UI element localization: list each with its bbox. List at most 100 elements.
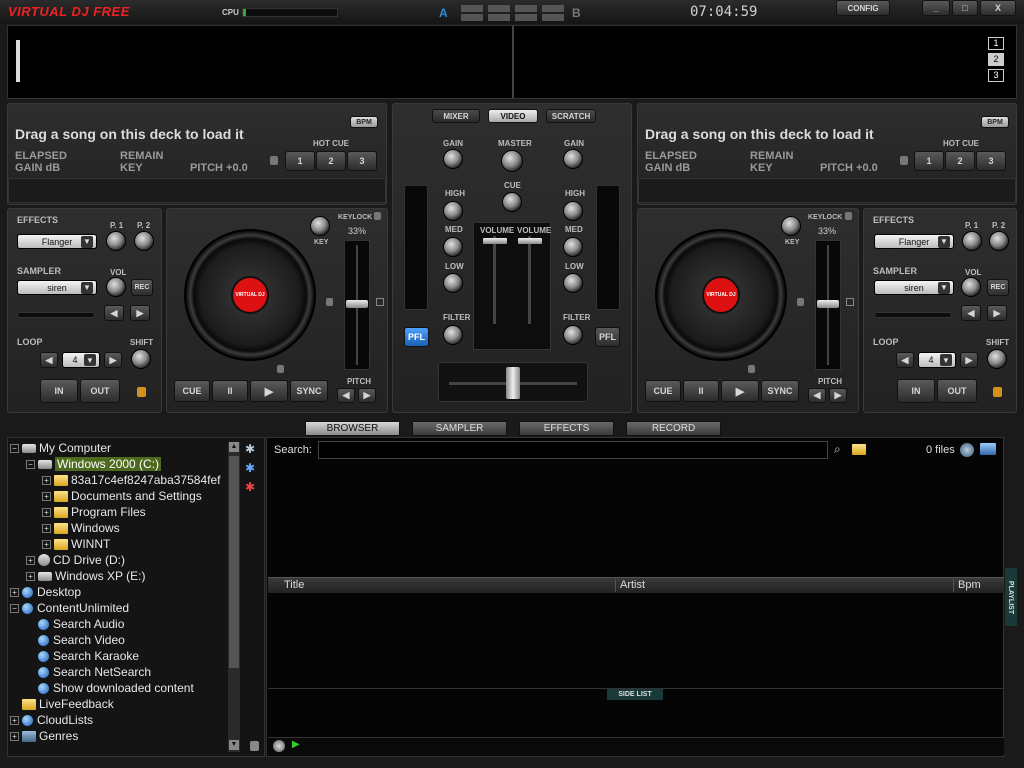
left-med-knob[interactable] [443, 237, 463, 257]
scroll-thumb[interactable] [229, 456, 239, 668]
right-pitch-lock-icon[interactable] [797, 298, 804, 306]
tree-item-my-computer[interactable]: − My Computer [10, 440, 111, 456]
tree-item-desktop[interactable]: + Desktop [10, 584, 81, 600]
side-list-toggle[interactable]: SIDE LIST [607, 689, 663, 700]
right-sync-button[interactable]: SYNC [761, 380, 799, 402]
right-filter-knob[interactable] [563, 325, 583, 345]
left-pause-button[interactable]: II [212, 380, 248, 402]
left-pitch-up-button[interactable]: ▶ [358, 388, 376, 403]
left-effect-select[interactable]: Flanger ▼ [17, 234, 97, 249]
right-pfl-button[interactable]: PFL [595, 327, 620, 347]
column-artist[interactable]: Artist [620, 579, 954, 592]
left-bpm-button[interactable]: BPM [350, 116, 378, 128]
side-view-icon[interactable] [980, 443, 996, 455]
zoom-3-button[interactable]: 3 [988, 69, 1004, 82]
tree-item-cloudlists[interactable]: + CloudLists [10, 712, 93, 728]
right-med-knob[interactable] [563, 237, 583, 257]
left-pitch-down-button[interactable]: ◀ [337, 388, 355, 403]
right-sampler-vol-knob[interactable] [961, 277, 981, 297]
view-options-icon[interactable] [960, 443, 974, 457]
search-input[interactable] [318, 441, 828, 459]
column-title[interactable]: Title [284, 579, 616, 592]
tree-item-windows[interactable]: + Windows [42, 520, 120, 536]
left-sampler-vol-knob[interactable] [106, 277, 126, 297]
right-loop-select[interactable]: 4 ▼ [918, 352, 956, 368]
tree-item-documents[interactable]: + Documents and Settings [42, 488, 202, 504]
left-pitch-lock-icon[interactable] [326, 298, 333, 306]
tree-item-program-files[interactable]: + Program Files [42, 504, 146, 520]
tree-item-search-audio[interactable]: Search Audio [38, 616, 124, 632]
right-loop-double-button[interactable]: ▶ [960, 352, 978, 368]
tree-item-search-video[interactable]: Search Video [38, 632, 125, 648]
tree-item-genres[interactable]: + Genres [10, 728, 78, 744]
right-loop-in-button[interactable]: IN [897, 379, 935, 403]
left-play-button[interactable]: ▶ [250, 380, 288, 402]
left-lock-icon[interactable] [270, 156, 278, 165]
right-pitch-slider[interactable] [815, 240, 841, 370]
right-pitch-reset-icon[interactable] [846, 298, 854, 306]
right-play-button[interactable]: ▶ [721, 380, 759, 402]
deck-layout-selector[interactable] [461, 5, 569, 21]
left-loop-out-button[interactable]: OUT [80, 379, 120, 403]
left-pitch-slider[interactable] [344, 240, 370, 370]
left-low-knob[interactable] [443, 273, 463, 293]
right-gain-knob[interactable] [563, 149, 583, 169]
tree-item-search-karaoke[interactable]: Search Karaoke [38, 648, 139, 664]
left-key-knob[interactable] [310, 216, 330, 236]
cue-mix-knob[interactable] [502, 192, 522, 212]
remove-folder-icon[interactable]: ✱ [245, 480, 261, 494]
search-options-icon[interactable]: ⌕ [834, 442, 848, 456]
left-high-knob[interactable] [443, 201, 463, 221]
effects-tab[interactable]: EFFECTS [519, 421, 614, 436]
left-loop-in-button[interactable]: IN [40, 379, 78, 403]
left-volume-fader[interactable] [482, 236, 508, 324]
right-rec-button[interactable]: REC [987, 279, 1009, 296]
right-p1-knob[interactable] [962, 231, 982, 251]
right-pitch-up-button[interactable]: ▶ [829, 388, 847, 403]
refresh-icon[interactable] [273, 740, 285, 752]
zoom-2-button[interactable]: 2 [988, 53, 1004, 66]
left-sampler-select[interactable]: siren ▼ [17, 280, 97, 295]
left-hot-cue-3[interactable]: 3 [347, 151, 377, 171]
record-tab[interactable]: RECORD [626, 421, 721, 436]
right-sampler-next-button[interactable]: ▶ [987, 305, 1007, 321]
tree-item-windows-2000[interactable]: − Windows 2000 (C:) [26, 456, 162, 472]
tree-item-livefeedback[interactable]: LiveFeedback [22, 696, 114, 712]
left-loop-lock-icon[interactable] [137, 387, 146, 397]
video-tab[interactable]: VIDEO [488, 109, 538, 123]
right-effect-select[interactable]: Flanger ▼ [874, 234, 954, 249]
tree-lock-icon[interactable] [250, 741, 259, 751]
right-cue-button[interactable]: CUE [645, 380, 681, 402]
right-platter-lock-icon[interactable] [748, 365, 755, 373]
tree-scrollbar[interactable]: ▲ ▼ [228, 442, 240, 752]
left-deck-overview[interactable] [8, 178, 386, 203]
tree-item-contentunlimited[interactable]: − ContentUnlimited [10, 600, 129, 616]
scratch-tab[interactable]: SCRATCH [546, 109, 596, 123]
left-rec-button[interactable]: REC [131, 279, 153, 296]
right-low-knob[interactable] [563, 273, 583, 293]
maximize-button[interactable]: □ [952, 0, 978, 16]
right-key-knob[interactable] [781, 216, 801, 236]
tree-item-cd-drive[interactable]: + CD Drive (D:) [26, 552, 125, 568]
left-loop-half-button[interactable]: ◀ [40, 352, 58, 368]
right-pause-button[interactable]: II [683, 380, 719, 402]
tree-item-search-netsearch[interactable]: Search NetSearch [38, 664, 151, 680]
right-high-knob[interactable] [563, 201, 583, 221]
right-sampler-prev-button[interactable]: ◀ [961, 305, 981, 321]
left-pitch-reset-icon[interactable] [376, 298, 384, 306]
right-sampler-select[interactable]: siren ▼ [874, 280, 954, 295]
right-loop-out-button[interactable]: OUT [937, 379, 977, 403]
column-bpm[interactable]: Bpm [958, 579, 1002, 592]
config-button[interactable]: CONFIG [836, 0, 890, 16]
right-p2-knob[interactable] [989, 231, 1009, 251]
minimize-button[interactable]: _ [922, 0, 950, 16]
playlist-toggle[interactable]: PLAYLIST [1005, 568, 1017, 626]
left-loop-double-button[interactable]: ▶ [104, 352, 122, 368]
mixer-tab[interactable]: MIXER [432, 109, 480, 123]
left-hot-cue-2[interactable]: 2 [316, 151, 346, 171]
right-loop-half-button[interactable]: ◀ [896, 352, 914, 368]
browser-tab[interactable]: BROWSER [305, 421, 400, 436]
left-gain-knob[interactable] [443, 149, 463, 169]
waveform-display[interactable] [7, 25, 1017, 99]
right-lock-icon[interactable] [900, 156, 908, 165]
